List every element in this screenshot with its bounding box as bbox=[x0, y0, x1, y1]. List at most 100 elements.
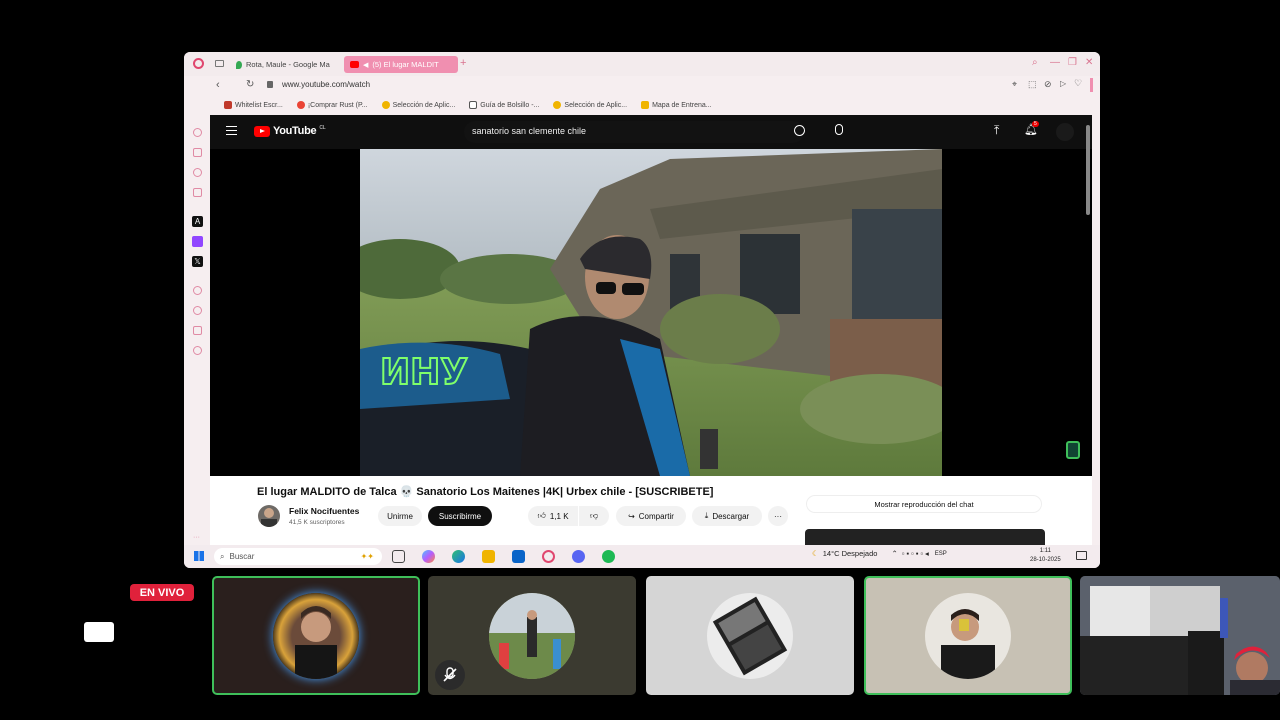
search-icon: ⌕ bbox=[220, 551, 225, 561]
youtube-favicon-icon bbox=[350, 61, 359, 68]
channel-avatar[interactable] bbox=[258, 505, 280, 527]
channel-avatar-image bbox=[261, 508, 277, 527]
settings-icon[interactable] bbox=[193, 346, 202, 355]
audio-playing-icon[interactable]: ◀ bbox=[363, 61, 368, 69]
voice-search-icon[interactable] bbox=[835, 124, 843, 135]
bookmark-item[interactable]: Whitelist Escr... bbox=[224, 98, 283, 112]
participant-avatar bbox=[489, 592, 575, 679]
video-scene: ИНУ bbox=[360, 149, 942, 476]
video-player[interactable]: ИНУ bbox=[210, 149, 1092, 476]
url-field[interactable]: www.youtube.com/watch bbox=[282, 80, 370, 89]
player-sidebar-icon[interactable] bbox=[193, 286, 202, 295]
tab-bar: Rota, Maule - Google Ma ◀ (5) El lugar M… bbox=[184, 52, 1100, 76]
file-explorer-icon[interactable] bbox=[482, 550, 495, 563]
more-actions-button[interactable]: ··· bbox=[768, 506, 788, 526]
reload-icon[interactable]: ↻ bbox=[246, 79, 254, 90]
spotify-icon[interactable] bbox=[602, 550, 615, 563]
sparkle-icon bbox=[381, 101, 390, 109]
svg-text:ИНУ: ИНУ bbox=[380, 352, 468, 393]
share-button[interactable]: ↪ Compartir bbox=[616, 506, 686, 526]
discord-icon[interactable] bbox=[572, 550, 585, 563]
messenger-icon[interactable] bbox=[193, 168, 202, 177]
task-view-icon[interactable] bbox=[392, 550, 405, 563]
adblock-icon[interactable]: ⊘ bbox=[1044, 79, 1052, 90]
participant-avatar-image bbox=[712, 596, 788, 675]
hamburger-menu-icon[interactable] bbox=[226, 126, 237, 135]
chat-replay-label: Mostrar reproducción del chat bbox=[874, 499, 974, 509]
chat-replay-button[interactable]: Mostrar reproducción del chat bbox=[806, 495, 1042, 513]
live-badge: EN VIVO bbox=[130, 584, 194, 601]
account-avatar[interactable] bbox=[1056, 123, 1074, 141]
dislike-button[interactable]: 👎︎ bbox=[579, 506, 609, 526]
back-icon[interactable]: ‹ bbox=[216, 79, 220, 91]
menu-accent-icon[interactable] bbox=[1090, 78, 1093, 92]
weather-text[interactable]: 14°C Despejado bbox=[823, 549, 878, 558]
participant-tile[interactable] bbox=[212, 576, 420, 695]
like-button[interactable]: 👍︎ 1,1 K bbox=[528, 506, 578, 526]
bookmark-item[interactable]: ¡Comprar Rust (P... bbox=[296, 98, 368, 112]
twitch-icon[interactable] bbox=[192, 236, 203, 247]
taskbar-search[interactable]: ⌕ Buscar ✦✦ bbox=[214, 548, 382, 565]
channel-name[interactable]: Felix Nocifuentes bbox=[289, 506, 359, 516]
copilot-icon[interactable] bbox=[422, 550, 435, 563]
youtube-logo[interactable]: YouTube CL bbox=[254, 125, 326, 137]
windows-start-icon[interactable] bbox=[194, 551, 204, 561]
browser-sidebar: A 𝕏 ··· bbox=[184, 76, 210, 546]
cube-icon[interactable] bbox=[193, 326, 202, 335]
opera-logo-icon[interactable] bbox=[193, 58, 204, 69]
bookmark-item[interactable]: Mapa de Entrena... bbox=[641, 98, 712, 112]
notification-center-icon[interactable] bbox=[1076, 551, 1087, 560]
snapshot-icon[interactable]: ⬚ bbox=[1028, 79, 1037, 90]
subscribe-button[interactable]: Suscribirme bbox=[428, 506, 492, 526]
participant-tile[interactable] bbox=[1080, 576, 1280, 695]
language-indicator[interactable]: ESP bbox=[935, 551, 947, 557]
minimize-button[interactable]: — bbox=[1050, 57, 1060, 68]
bookmark-item[interactable]: Selección de Aplic... bbox=[553, 98, 627, 112]
edge-icon[interactable] bbox=[452, 550, 465, 563]
bookmark-item[interactable]: Guía de Bolsillo -... bbox=[469, 98, 539, 112]
aria-icon[interactable]: A bbox=[192, 216, 203, 227]
youtube-play-icon bbox=[254, 125, 270, 137]
bookmarks-bar: Whitelist Escr... ¡Comprar Rust (P... Se… bbox=[224, 98, 712, 112]
bookmark-item[interactable]: Selección de Aplic... bbox=[381, 98, 455, 112]
video-frame: ИНУ bbox=[360, 149, 942, 476]
x-icon[interactable]: 𝕏 bbox=[192, 256, 203, 267]
participant-tile[interactable] bbox=[864, 576, 1072, 695]
tab-youtube[interactable]: ◀ (5) El lugar MALDIT bbox=[344, 56, 458, 73]
player-icon[interactable]: ▷ bbox=[1060, 79, 1066, 88]
bag-icon[interactable] bbox=[193, 148, 202, 157]
miniplayer-overlay-icon[interactable] bbox=[1066, 441, 1080, 459]
copilot-sparkle-icon: ✦✦ bbox=[360, 552, 374, 561]
new-tab-button[interactable]: + bbox=[460, 57, 466, 69]
system-tray: ☾ 14°C Despejado ⌃ ▫▪▫▪▫◂ ESP bbox=[812, 549, 947, 558]
history-icon[interactable] bbox=[193, 128, 202, 137]
thumbs-down-icon: 👎︎ bbox=[589, 511, 599, 520]
close-button[interactable]: ✕ bbox=[1085, 57, 1093, 68]
scrollbar-thumb[interactable] bbox=[1086, 125, 1090, 215]
download-button[interactable]: ⤓ Descargar bbox=[692, 506, 762, 526]
lock-icon bbox=[267, 81, 273, 88]
taskbar-clock[interactable]: 1:11 28-10-2025 bbox=[1030, 547, 1061, 565]
tray-chevron-icon[interactable]: ⌃ bbox=[891, 549, 897, 558]
workspaces-icon[interactable] bbox=[215, 60, 224, 67]
instagram-icon[interactable] bbox=[193, 188, 202, 197]
participant-tile[interactable] bbox=[646, 576, 854, 695]
search-icon[interactable] bbox=[794, 125, 805, 136]
restore-button[interactable]: ❐ bbox=[1068, 57, 1077, 68]
participant-webcam-feed bbox=[1080, 576, 1280, 695]
bookmark-page-icon[interactable]: ⌖ bbox=[1012, 79, 1017, 90]
tray-icons[interactable]: ▫▪▫▪▫◂ bbox=[902, 549, 931, 558]
upload-icon[interactable]: ⤒ bbox=[994, 123, 999, 138]
heart-icon[interactable]: ♡ bbox=[1074, 78, 1082, 89]
search-input[interactable]: sanatorio san clemente chile bbox=[464, 121, 804, 143]
search-tabs-icon[interactable]: ⌕ bbox=[1032, 57, 1038, 68]
outlook-icon[interactable] bbox=[512, 550, 525, 563]
tab-google-maps[interactable]: Rota, Maule - Google Ma bbox=[230, 56, 340, 73]
tab-label: Rota, Maule - Google Ma bbox=[246, 60, 330, 69]
opera-taskbar-icon[interactable] bbox=[542, 550, 555, 563]
screen-share-icon[interactable] bbox=[84, 622, 114, 642]
map-pin-icon bbox=[236, 60, 242, 69]
join-button[interactable]: Unirme bbox=[378, 506, 422, 526]
more-icon[interactable]: ··· bbox=[193, 534, 200, 541]
clock-icon[interactable] bbox=[193, 306, 202, 315]
